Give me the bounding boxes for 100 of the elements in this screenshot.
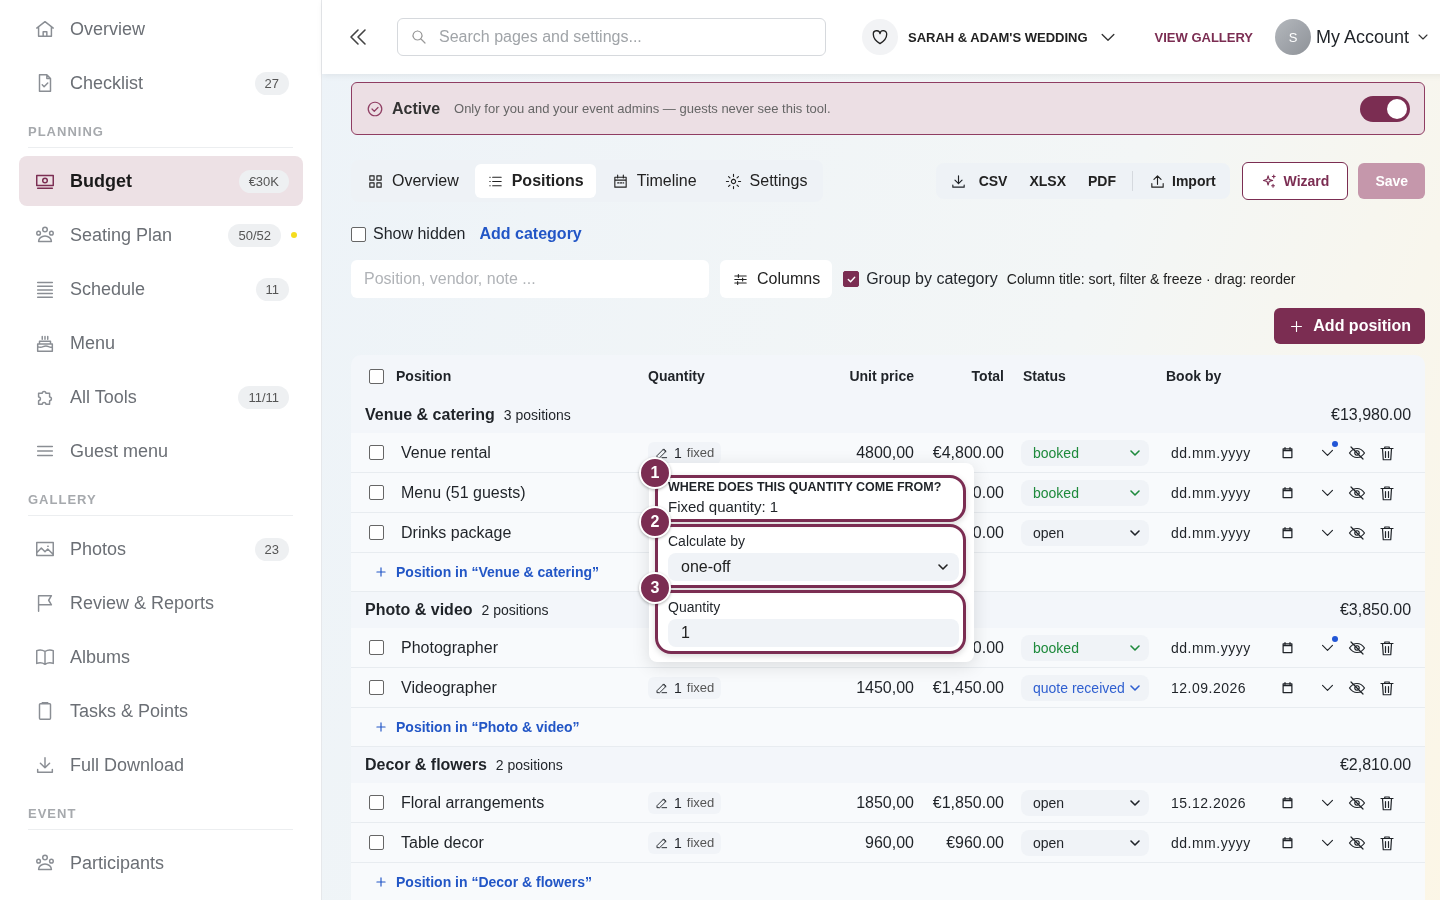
trash-icon[interactable] (1378, 523, 1396, 542)
step-number: 3 (639, 572, 671, 604)
trash-icon[interactable] (1378, 678, 1396, 697)
add-position-button[interactable]: Add position (1274, 308, 1426, 344)
group-count: 2 positions (495, 757, 563, 773)
date-field[interactable]: dd.mm.yyyy (1171, 524, 1295, 541)
status-select[interactable]: booked (1021, 634, 1149, 661)
trash-icon[interactable] (1378, 638, 1396, 657)
checkbox[interactable] (843, 271, 860, 287)
checkbox[interactable] (369, 485, 384, 500)
export-button[interactable]: PDF (1078, 166, 1127, 196)
import-button[interactable]: Import (1139, 166, 1226, 196)
view-gallery-link[interactable]: VIEW GALLERY (1154, 29, 1254, 45)
tab[interactable]: Positions (474, 164, 596, 198)
position-name: Floral arrangements (401, 793, 545, 812)
toggle-switch[interactable] (1360, 95, 1411, 122)
trash-icon[interactable] (1378, 833, 1396, 852)
add-position-link[interactable]: Position in “Venue & catering” (374, 564, 600, 580)
sidebar-item[interactable]: Participants (19, 838, 303, 888)
trash-icon[interactable] (1378, 483, 1396, 502)
status-select[interactable]: quote received (1021, 674, 1149, 701)
field-label: Calculate by (668, 533, 747, 549)
tab[interactable]: Settings (712, 164, 820, 198)
sidebar-item[interactable]: Photos 23 (19, 524, 303, 574)
total-cell: €1,450.00 (932, 678, 1004, 697)
status-select[interactable]: open (1021, 519, 1149, 546)
status-select[interactable]: open (1021, 789, 1149, 816)
position-name: Photographer (401, 638, 498, 657)
quantity-chip[interactable]: 1 fixed (648, 676, 722, 699)
status-select[interactable]: booked (1021, 479, 1149, 506)
add-position-link[interactable]: Position in “Decor & flowers” (374, 874, 593, 890)
date-field[interactable]: dd.mm.yyyy (1171, 444, 1295, 461)
date-field[interactable]: dd.mm.yyyy (1171, 484, 1295, 501)
plus-icon (374, 565, 388, 579)
trash-icon[interactable] (1378, 793, 1396, 812)
calendar-icon (1280, 680, 1295, 695)
account-menu[interactable]: My Account (1316, 26, 1410, 48)
add-category-link[interactable]: Add category (479, 225, 582, 243)
sidebar-item[interactable]: Overview (19, 4, 303, 54)
tab[interactable]: Timeline (599, 164, 709, 198)
checkbox[interactable] (369, 640, 384, 655)
calendar-icon (611, 172, 629, 190)
export-button[interactable]: CSV (968, 166, 1018, 196)
checkbox[interactable] (369, 835, 384, 850)
section-heading: EVENT (28, 806, 293, 830)
sidebar-item[interactable]: Seating Plan 50/52 (19, 210, 303, 260)
quantity-chip[interactable]: 1 fixed (648, 831, 722, 854)
tab[interactable]: Overview (355, 164, 471, 198)
status-select[interactable]: open (1021, 829, 1149, 856)
pencil-icon (655, 835, 669, 850)
trash-icon[interactable] (1378, 443, 1396, 462)
quantity-chip[interactable]: 1 fixed (648, 791, 722, 814)
sidebar-item[interactable]: Guest menu (19, 426, 303, 476)
columns-button[interactable]: Columns (720, 260, 833, 298)
sidebar-item[interactable]: Menu (19, 318, 303, 368)
sidebar-item[interactable]: Budget €30K (19, 156, 303, 206)
total-cell: 0.00 (972, 638, 1004, 657)
column-header[interactable]: Book by (1166, 368, 1222, 384)
add-position-link[interactable]: Position in “Photo & video” (374, 719, 580, 735)
sidebar-item[interactable]: Albums (19, 632, 303, 682)
position-name: Table decor (401, 833, 484, 852)
calculate-select[interactable]: one-off (668, 553, 959, 581)
section-heading: PLANNING (28, 124, 293, 148)
sidebar-item[interactable]: Full Download (19, 740, 303, 790)
checkbox[interactable] (369, 445, 384, 460)
total-cell: €4,800.00 (932, 443, 1004, 462)
date-field[interactable]: 15.12.2026 (1171, 794, 1295, 811)
column-header[interactable]: Quantity (648, 368, 705, 384)
checkbox[interactable] (369, 795, 384, 810)
wizard-button[interactable]: Wizard (1241, 162, 1349, 200)
status-label: Active (392, 99, 441, 118)
checkbox[interactable] (369, 680, 384, 695)
sidebar-item[interactable]: Schedule 11 (19, 264, 303, 314)
column-header[interactable]: Status (1023, 368, 1066, 384)
upload-icon (1149, 172, 1167, 190)
popover-text: Fixed quantity: 1 (668, 498, 780, 515)
download-icon (949, 172, 967, 190)
sidebar-item[interactable]: Review & Reports (19, 578, 303, 628)
sidebar-item[interactable]: All Tools 11/11 (19, 372, 303, 422)
section-heading: GALLERY (28, 492, 293, 516)
column-header[interactable]: Total (971, 368, 1004, 384)
plus-icon (374, 720, 388, 734)
checkbox[interactable] (369, 525, 384, 540)
column-header[interactable]: Position (396, 368, 452, 384)
pencil-icon (655, 680, 669, 695)
search-field[interactable]: Search pages and settings... (397, 18, 826, 56)
sidebar-item[interactable]: Checklist 27 (19, 58, 303, 108)
quantity-field[interactable]: 1 (668, 619, 959, 647)
checkbox[interactable] (369, 368, 384, 384)
date-field[interactable]: dd.mm.yyyy (1171, 834, 1295, 851)
date-field[interactable]: dd.mm.yyyy (1171, 639, 1295, 656)
event-switcher[interactable]: SARAH & ADAM'S WEDDING (908, 29, 1088, 45)
status-select[interactable]: booked (1021, 439, 1149, 466)
column-header[interactable]: Unit price (849, 368, 914, 384)
sidebar-item[interactable]: Tasks & Points (19, 686, 303, 736)
date-field[interactable]: 12.09.2026 (1171, 679, 1295, 696)
filter-field[interactable]: Position, vendor, note ... (351, 260, 709, 298)
checkbox[interactable] (351, 226, 366, 242)
export-button[interactable]: XLSX (1019, 166, 1077, 196)
quantity-chip[interactable]: 1 fixed (648, 441, 722, 464)
